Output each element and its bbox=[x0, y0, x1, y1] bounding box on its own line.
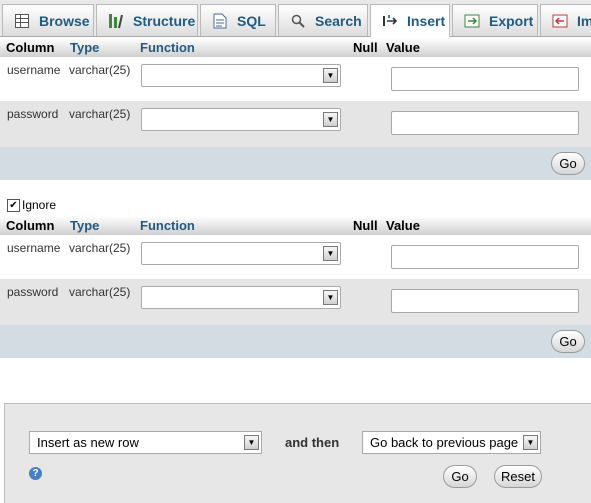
browse-icon bbox=[13, 12, 31, 30]
column-type: varchar(25) bbox=[69, 285, 131, 299]
tab-label: Browse bbox=[39, 12, 90, 29]
help-icon[interactable]: ? bbox=[29, 467, 42, 480]
type-header[interactable]: Type bbox=[70, 40, 99, 55]
function-header[interactable]: Function bbox=[140, 40, 195, 55]
go-button[interactable]: Go bbox=[551, 152, 585, 175]
type-header[interactable]: Type bbox=[70, 218, 99, 233]
column-name: username bbox=[7, 63, 61, 77]
tab-export[interactable]: Export bbox=[452, 4, 538, 36]
table-header: Column Type Function Null Value bbox=[0, 216, 591, 235]
chevron-down-icon[interactable]: ▼ bbox=[323, 290, 338, 305]
function-select[interactable]: ▼ bbox=[141, 108, 341, 131]
column-type: varchar(25) bbox=[69, 63, 131, 77]
search-icon bbox=[289, 12, 307, 30]
column-name: username bbox=[7, 241, 61, 255]
tab-insert[interactable]: Insert bbox=[370, 4, 450, 37]
function-header[interactable]: Function bbox=[140, 218, 195, 233]
tab-bar: Browse Structure SQL Search Insert Expor… bbox=[0, 0, 591, 37]
value-header: Value bbox=[386, 218, 420, 233]
chevron-down-icon[interactable]: ▼ bbox=[323, 112, 338, 127]
tab-label: Search bbox=[315, 12, 362, 29]
after-insert-select[interactable]: Go back to previous page ▼ bbox=[362, 431, 541, 454]
chevron-down-icon[interactable]: ▼ bbox=[523, 435, 538, 450]
go-button[interactable]: Go bbox=[443, 465, 477, 488]
tab-label: Export bbox=[489, 12, 534, 29]
export-icon bbox=[463, 12, 481, 30]
value-input[interactable] bbox=[391, 245, 579, 269]
value-header: Value bbox=[386, 40, 420, 55]
column-type: varchar(25) bbox=[69, 107, 131, 121]
tab-label: Insert bbox=[407, 13, 446, 29]
value-input[interactable] bbox=[391, 111, 579, 135]
import-icon bbox=[551, 12, 569, 30]
column-header: Column bbox=[6, 40, 55, 55]
tab-label: Im bbox=[577, 12, 591, 29]
insert-mode-value: Insert as new row bbox=[37, 435, 139, 450]
after-insert-value: Go back to previous page bbox=[370, 435, 519, 450]
tab-label: SQL bbox=[237, 12, 266, 29]
tab-browse[interactable]: Browse bbox=[2, 4, 94, 36]
insert-icon bbox=[381, 12, 399, 30]
tab-import[interactable]: Im bbox=[540, 4, 591, 36]
column-type: varchar(25) bbox=[69, 241, 131, 255]
table-footer: Go bbox=[0, 325, 591, 358]
structure-icon bbox=[107, 12, 125, 30]
chevron-down-icon[interactable]: ▼ bbox=[323, 68, 338, 83]
ignore-label: Ignore bbox=[22, 198, 57, 212]
value-input[interactable] bbox=[391, 289, 579, 313]
tab-structure[interactable]: Structure bbox=[96, 4, 198, 36]
table-row: password varchar(25) ▼ bbox=[0, 101, 591, 147]
reset-button[interactable]: Reset bbox=[494, 465, 542, 488]
table-row: username varchar(25) ▼ bbox=[0, 235, 591, 279]
tab-label: Structure bbox=[133, 12, 196, 29]
sql-icon bbox=[211, 12, 229, 30]
null-header: Null bbox=[353, 40, 378, 55]
table-row: username varchar(25) ▼ bbox=[0, 57, 591, 101]
go-button[interactable]: Go bbox=[551, 330, 585, 353]
function-select[interactable]: ▼ bbox=[141, 286, 341, 309]
ignore-checkbox[interactable]: ✔ bbox=[7, 199, 20, 212]
tab-sql[interactable]: SQL bbox=[200, 4, 276, 36]
function-select[interactable]: ▼ bbox=[141, 242, 341, 265]
column-name: password bbox=[7, 285, 59, 299]
column-header: Column bbox=[6, 218, 55, 233]
table-footer: Go bbox=[0, 147, 591, 180]
null-header: Null bbox=[353, 218, 378, 233]
column-name: password bbox=[7, 107, 59, 121]
and-then-label: and then bbox=[285, 435, 340, 450]
insert-mode-select[interactable]: Insert as new row ▼ bbox=[29, 431, 262, 454]
chevron-down-icon[interactable]: ▼ bbox=[244, 435, 259, 450]
table-header: Column Type Function Null Value bbox=[0, 38, 591, 57]
value-input[interactable] bbox=[391, 67, 579, 91]
table-row: password varchar(25) ▼ bbox=[0, 279, 591, 325]
tab-search[interactable]: Search bbox=[278, 4, 368, 36]
chevron-down-icon[interactable]: ▼ bbox=[323, 246, 338, 261]
function-select[interactable]: ▼ bbox=[141, 64, 341, 87]
